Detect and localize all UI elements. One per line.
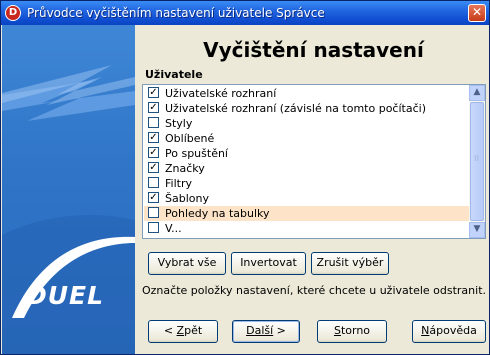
item-checkbox[interactable]: ✓ bbox=[148, 147, 159, 158]
list-item[interactable]: V... bbox=[144, 221, 470, 236]
item-label: Uživatelské rozhraní bbox=[165, 87, 277, 100]
list-item[interactable]: ✓ Po spuštění bbox=[144, 146, 470, 161]
item-label: Po spuštění bbox=[165, 147, 228, 160]
list-item[interactable]: Styly bbox=[144, 116, 470, 131]
item-checkbox[interactable]: ✓ bbox=[148, 102, 159, 113]
scroll-thumb[interactable]: ⁝⁝ bbox=[470, 102, 484, 221]
item-label: Pohledy na tabulky bbox=[165, 207, 270, 220]
list-item[interactable]: ✓ Značky bbox=[144, 161, 470, 176]
next-button[interactable]: Další > bbox=[232, 320, 300, 343]
title-bar[interactable]: D Průvodce vyčištěním nastavení uživatel… bbox=[1, 1, 489, 25]
next-accel: D bbox=[246, 324, 255, 337]
deselect-button[interactable]: Zrušit výběr bbox=[311, 252, 389, 275]
list-item[interactable]: ✓ Šablony bbox=[144, 191, 470, 206]
window-title: Průvodce vyčištěním nastavení uživatele … bbox=[27, 6, 325, 20]
branding-panel: DUEL bbox=[2, 25, 135, 354]
item-checkbox[interactable]: ✓ bbox=[148, 192, 159, 203]
vertical-scrollbar[interactable]: ▲ ⁝⁝ ▼ bbox=[469, 85, 485, 238]
cancel-rest: torno bbox=[340, 324, 371, 337]
back-accel: Z bbox=[176, 324, 185, 337]
scroll-down-arrow-icon[interactable]: ▼ bbox=[469, 222, 485, 238]
back-button[interactable]: < Zpět bbox=[148, 320, 218, 343]
list-item[interactable]: Filtry bbox=[144, 176, 470, 191]
scroll-up-arrow-icon[interactable]: ▲ bbox=[469, 85, 485, 101]
back-rest: pět bbox=[184, 324, 203, 337]
help-button[interactable]: Nápověda bbox=[412, 320, 486, 343]
list-item-selected[interactable]: Pohledy na tabulky bbox=[144, 206, 470, 221]
next-suffix: > bbox=[273, 324, 286, 337]
item-label: Oblíbené bbox=[165, 132, 215, 145]
item-label: Šablony bbox=[165, 192, 209, 205]
select-all-button[interactable]: Vybrat vše bbox=[148, 252, 226, 275]
item-label: Uživatelské rozhraní (závislé na tomto p… bbox=[165, 102, 426, 115]
duel-logo: DUEL bbox=[26, 281, 105, 310]
page-title: Vyčištění nastavení bbox=[203, 38, 424, 62]
app-logo-icon: D bbox=[5, 5, 21, 21]
help-rest: ápověda bbox=[429, 324, 477, 337]
item-checkbox[interactable]: ✓ bbox=[148, 87, 159, 98]
instruction-text: Označte položky nastavení, které chcete … bbox=[142, 284, 487, 297]
item-checkbox[interactable] bbox=[148, 177, 159, 188]
back-prefix: < bbox=[163, 324, 177, 337]
close-button[interactable]: ✕ bbox=[468, 4, 486, 22]
next-rest: alší bbox=[254, 324, 274, 337]
cancel-accel: S bbox=[333, 324, 341, 337]
cancel-button[interactable]: Storno bbox=[317, 320, 387, 343]
item-checkbox[interactable] bbox=[148, 222, 159, 233]
item-label: Značky bbox=[165, 162, 205, 175]
item-checkbox[interactable]: ✓ bbox=[148, 162, 159, 173]
item-label: Filtry bbox=[165, 177, 192, 190]
item-checkbox[interactable] bbox=[148, 117, 159, 128]
item-label: Styly bbox=[165, 117, 193, 130]
list-item[interactable]: ✓ Uživatelské rozhraní (závislé na tomto… bbox=[144, 101, 470, 116]
list-item[interactable]: ✓ Oblíbené bbox=[144, 131, 470, 146]
list-item[interactable]: ✓ Uživatelské rozhraní bbox=[144, 86, 470, 101]
item-label: V... bbox=[165, 222, 182, 235]
users-list-label: Uživatele bbox=[145, 68, 203, 81]
settings-list[interactable]: ✓ Uživatelské rozhraní ✓ Uživatelské roz… bbox=[142, 84, 486, 239]
wizard-window: D Průvodce vyčištěním nastavení uživatel… bbox=[0, 0, 490, 355]
invert-button[interactable]: Invertovat bbox=[231, 252, 306, 275]
item-checkbox[interactable] bbox=[148, 207, 159, 218]
item-checkbox[interactable]: ✓ bbox=[148, 132, 159, 143]
grip-icon: ⁝⁝ bbox=[474, 154, 480, 163]
